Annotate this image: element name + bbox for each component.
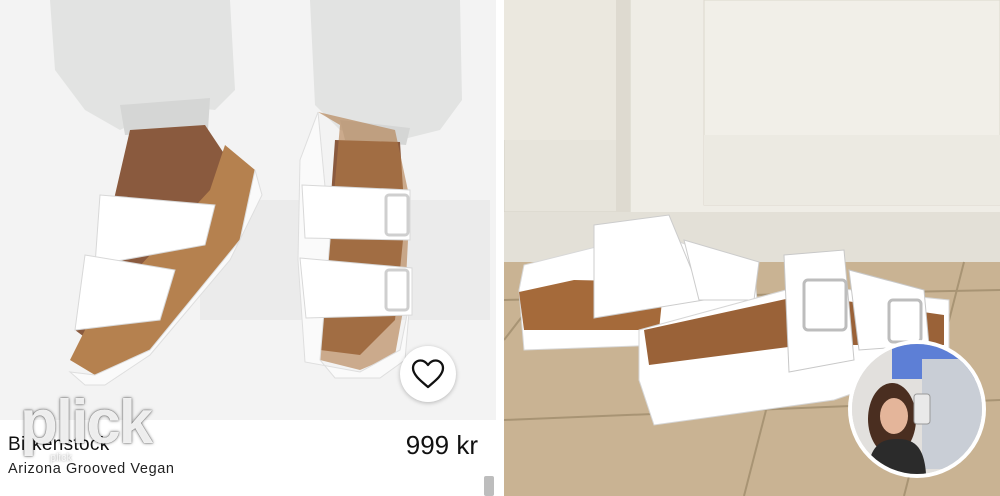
favorite-button[interactable] xyxy=(400,346,456,402)
listing-model: Arizona Grooved Vegan xyxy=(8,461,175,477)
video-panel xyxy=(504,0,1000,496)
panel-divider xyxy=(496,0,504,496)
listing-price: 999 kr xyxy=(405,430,478,460)
product-listing-panel: Birkenstock Arizona Grooved Vegan 999 kr… xyxy=(0,0,496,496)
plick-watermark-logo: plick xyxy=(20,388,153,457)
heart-outline-icon xyxy=(411,359,445,389)
scrollbar-thumb[interactable] xyxy=(484,476,494,496)
plick-watermark-sub: plick xyxy=(50,452,73,464)
avatar-photo xyxy=(852,344,982,474)
creator-avatar[interactable] xyxy=(848,340,986,478)
